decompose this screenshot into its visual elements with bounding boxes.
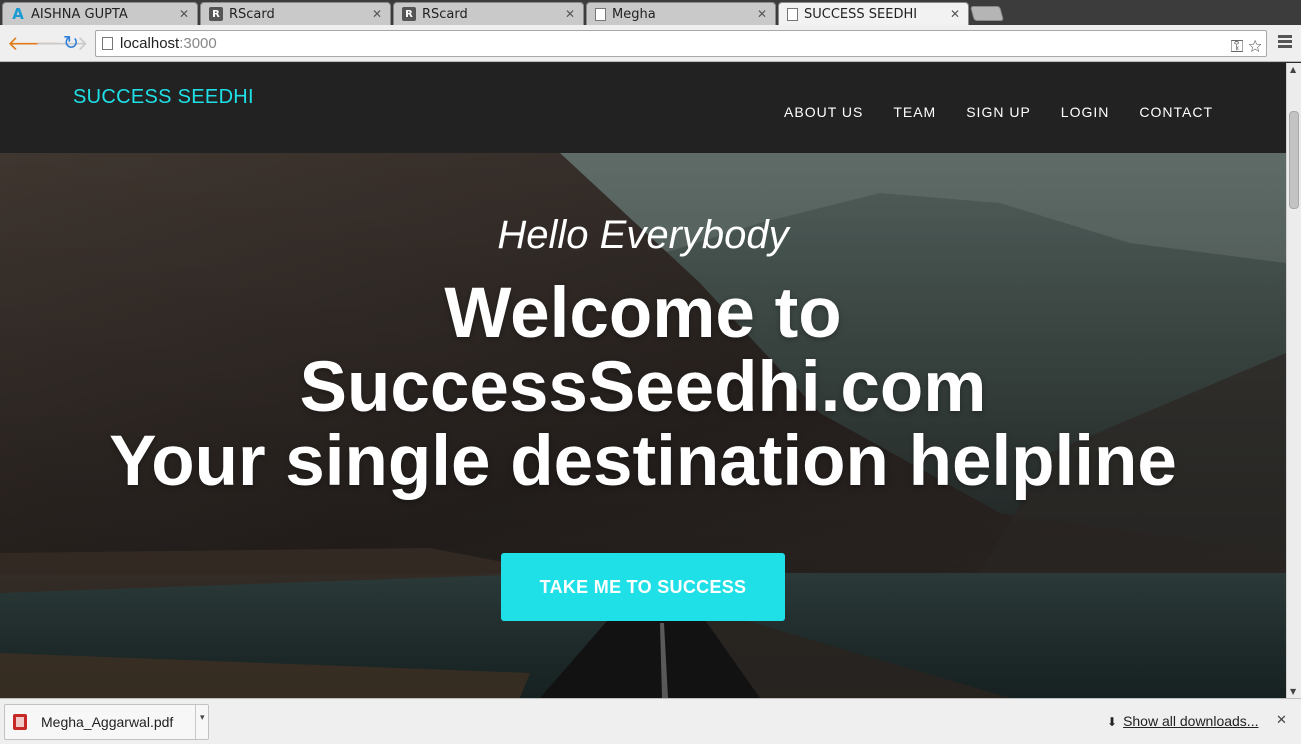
- a-logo-icon: A: [12, 5, 24, 23]
- page-icon: [595, 7, 606, 21]
- close-tab-icon[interactable]: ✕: [565, 7, 575, 21]
- tab-title: SUCCESS SEEDHI: [804, 6, 918, 22]
- bookmark-star-icon[interactable]: ⚿ ☆: [1230, 34, 1262, 59]
- close-tab-icon[interactable]: ✕: [372, 7, 382, 21]
- hero-greeting: Hello Everybody: [497, 213, 789, 257]
- browser-tab-active[interactable]: SUCCESS SEEDHI ✕: [778, 2, 969, 25]
- nav-contact[interactable]: CONTACT: [1139, 104, 1213, 120]
- download-shelf: Megha_Aggarwal.pdf ▾ ⬇ Show all downloads…: [0, 698, 1301, 744]
- site-navbar: SUCCESS SEEDHI ABOUT US TEAM SIGN UP LOG…: [0, 63, 1286, 153]
- nav-about-us[interactable]: ABOUT US: [784, 104, 863, 120]
- scroll-up-arrow-icon[interactable]: ▲: [1290, 65, 1296, 74]
- close-tab-icon[interactable]: ✕: [757, 7, 767, 21]
- show-all-downloads-label: Show all downloads...: [1123, 713, 1259, 729]
- pdf-file-icon: [13, 714, 27, 730]
- hero-section: Hello Everybody Welcome to SuccessSeedhi…: [0, 153, 1286, 698]
- nav-team[interactable]: TEAM: [893, 104, 936, 120]
- page-viewport: SUCCESS SEEDHI ABOUT US TEAM SIGN UP LOG…: [0, 63, 1286, 698]
- close-tab-icon[interactable]: ✕: [950, 7, 960, 21]
- new-tab-button[interactable]: [969, 6, 1005, 21]
- take-me-to-success-button[interactable]: TAKE ME TO SUCCESS: [501, 553, 785, 621]
- hero-title-line: Your single destination helpline: [109, 422, 1177, 501]
- download-item[interactable]: Megha_Aggarwal.pdf ▾: [4, 704, 209, 740]
- download-file-name: Megha_Aggarwal.pdf: [41, 714, 174, 730]
- r-logo-icon: R: [209, 7, 223, 21]
- browser-tab[interactable]: A AISHNA GUPTA ✕: [2, 2, 198, 25]
- reload-icon[interactable]: ↻: [63, 31, 79, 55]
- scrollbar-thumb[interactable]: [1289, 111, 1299, 209]
- r-logo-icon: R: [402, 7, 416, 21]
- hero-title-line: Welcome to: [444, 274, 842, 353]
- nav-links: ABOUT US TEAM SIGN UP LOGIN CONTACT: [754, 104, 1213, 120]
- url-port: :3000: [179, 35, 217, 52]
- page-icon: [787, 7, 798, 21]
- forward-arrow-icon[interactable]: 🡒: [35, 31, 89, 55]
- chrome-menu-icon[interactable]: [1278, 35, 1292, 50]
- page-icon: [102, 37, 113, 50]
- page-scrollbar[interactable]: ▲ ▼: [1286, 63, 1301, 698]
- tab-title: AISHNA GUPTA: [31, 6, 128, 22]
- tab-title: Megha: [612, 6, 656, 22]
- tab-title: RScard: [422, 6, 468, 22]
- scroll-down-arrow-icon[interactable]: ▼: [1290, 687, 1296, 696]
- browser-tab[interactable]: Megha ✕: [586, 2, 776, 25]
- tab-title: RScard: [229, 6, 275, 22]
- address-bar[interactable]: localhost:3000 ⚿ ☆: [95, 30, 1267, 57]
- hero-title-line: SuccessSeedhi.com: [299, 348, 987, 427]
- download-menu-arrow-icon[interactable]: ▾: [200, 713, 205, 723]
- download-icon: ⬇: [1107, 715, 1118, 729]
- url-host: localhost: [120, 35, 180, 52]
- hero-title: Welcome to SuccessSeedhi.com Your single…: [0, 277, 1286, 499]
- browser-toolbar: 🡐 🡒 ↻ localhost:3000 ⚿ ☆: [0, 25, 1301, 62]
- divider: [195, 705, 196, 739]
- tab-strip: A AISHNA GUPTA ✕ R RScard ✕ R RScard ✕ M…: [0, 0, 1301, 25]
- site-brand-link[interactable]: SUCCESS SEEDHI: [73, 86, 254, 109]
- browser-tab[interactable]: R RScard ✕: [200, 2, 391, 25]
- nav-login[interactable]: LOGIN: [1061, 104, 1110, 120]
- nav-sign-up[interactable]: SIGN UP: [966, 104, 1031, 120]
- browser-tab[interactable]: R RScard ✕: [393, 2, 584, 25]
- close-shelf-icon[interactable]: ✕: [1276, 713, 1287, 728]
- show-all-downloads-link[interactable]: ⬇ Show all downloads...: [1107, 713, 1258, 729]
- close-tab-icon[interactable]: ✕: [179, 7, 189, 21]
